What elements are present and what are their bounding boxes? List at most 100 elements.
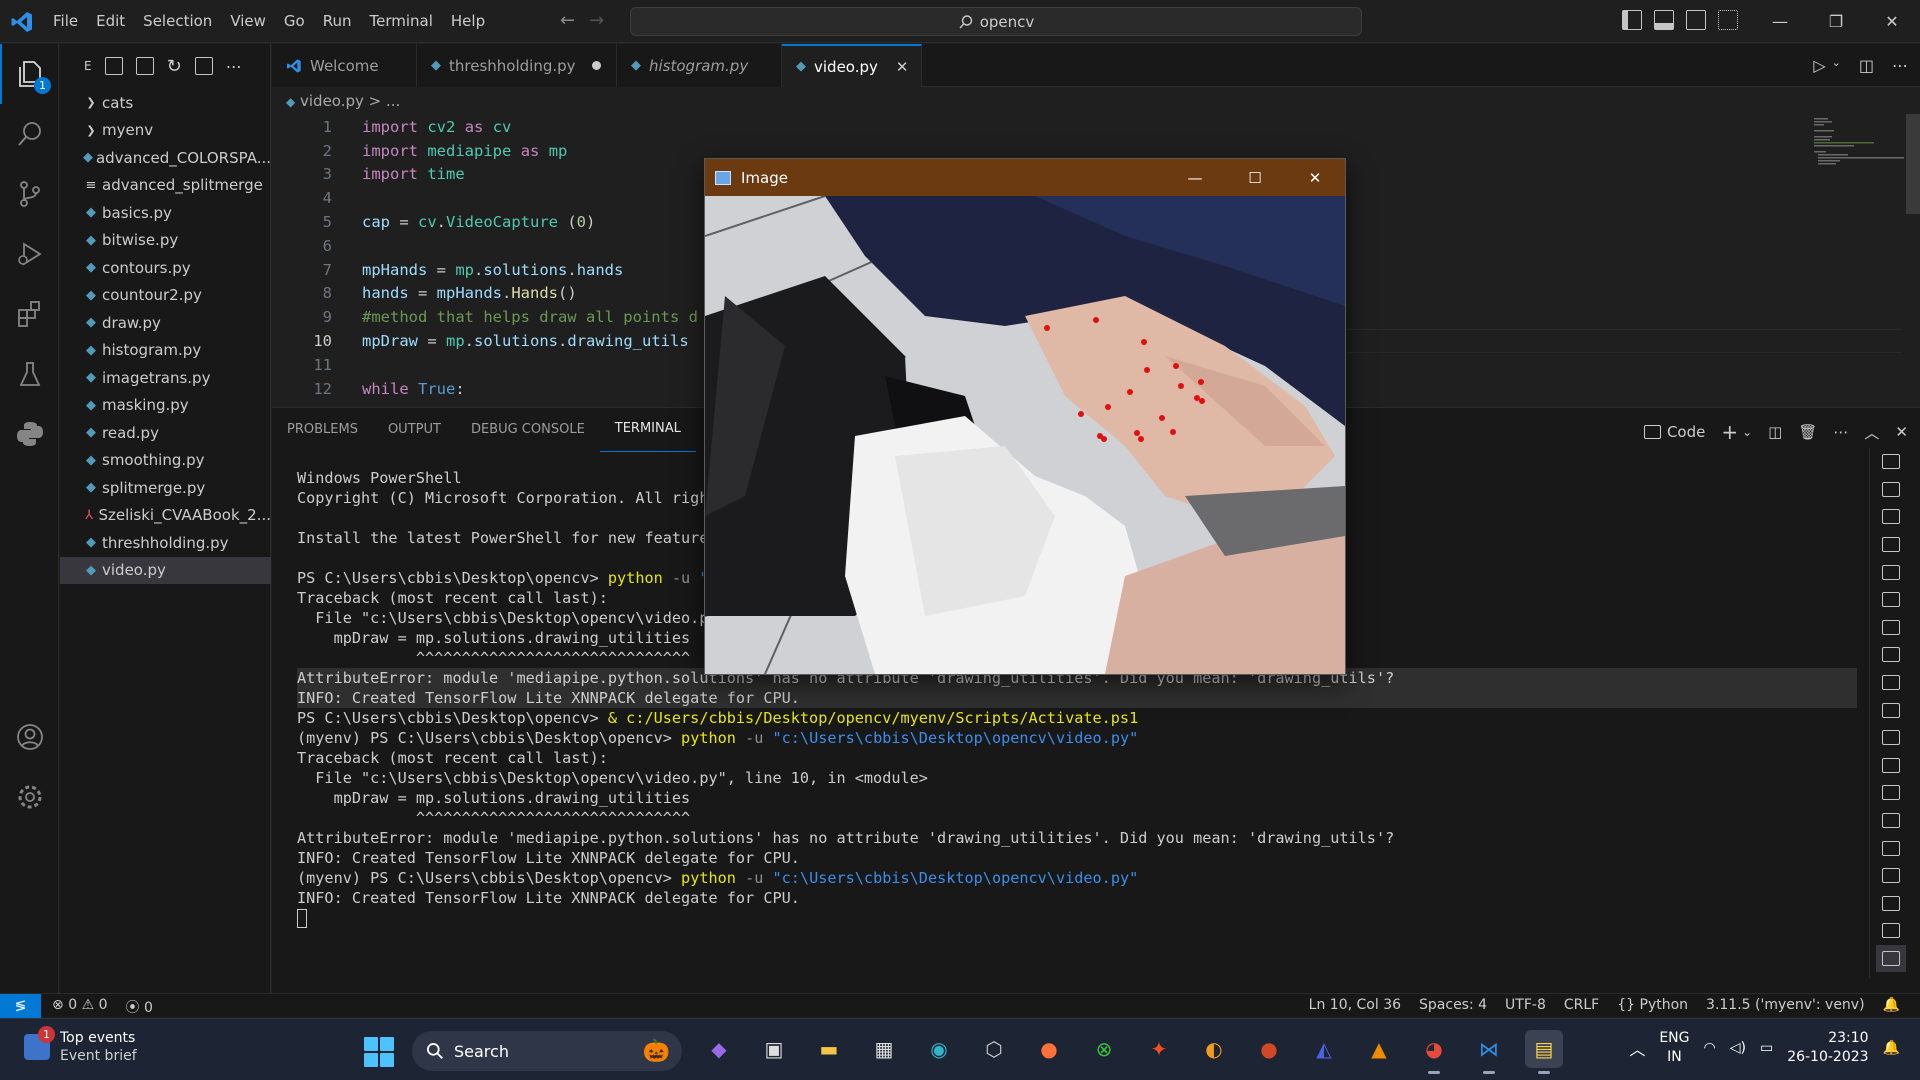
tab-terminal[interactable]: TERMINAL <box>599 408 696 452</box>
terminal-instance-item[interactable] <box>1876 807 1906 835</box>
terminal-instance-item[interactable] <box>1876 669 1906 697</box>
microsoft-store-icon[interactable]: ▦ <box>865 1030 903 1068</box>
file-item[interactable]: ◆ contours.py <box>60 254 271 282</box>
file-item[interactable]: ◆ read.py <box>60 419 271 447</box>
start-button[interactable] <box>364 1037 394 1067</box>
accounts-activity-button[interactable] <box>0 707 59 767</box>
battery-icon[interactable]: ▭ <box>1760 1040 1773 1056</box>
wifi-icon[interactable]: ◠ <box>1704 1040 1716 1056</box>
new-terminal-icon[interactable]: + <box>1721 420 1738 444</box>
split-terminal-icon[interactable]: ◫ <box>1768 423 1782 441</box>
menu-go[interactable]: Go <box>275 0 314 43</box>
terminal-input-line[interactable] <box>297 908 1857 928</box>
search-activity-button[interactable] <box>0 104 59 164</box>
language-mode[interactable]: {} Python <box>1617 997 1688 1013</box>
fl-studio-icon[interactable]: ◐ <box>1195 1030 1233 1068</box>
tab-histogram[interactable]: ◆ histogram.py <box>617 44 782 87</box>
terminal-instance-item[interactable] <box>1876 779 1906 807</box>
notification-bell-icon[interactable]: 🔔 <box>1883 1040 1900 1056</box>
vlc-icon[interactable]: ▲ <box>1360 1030 1398 1068</box>
tab-threshholding[interactable]: ◆ threshholding.py <box>417 44 617 87</box>
terminal-instance-item[interactable] <box>1876 614 1906 642</box>
terminal-instance-item[interactable] <box>1876 558 1906 586</box>
volume-icon[interactable]: ◁) <box>1730 1040 1746 1056</box>
minimize-button[interactable]: — <box>1752 0 1808 43</box>
terminal-instance-item[interactable] <box>1876 503 1906 531</box>
breadcrumb-path[interactable]: video.py > ... <box>300 92 400 110</box>
new-file-icon[interactable] <box>104 57 123 75</box>
file-explorer-icon[interactable]: ▬ <box>810 1030 848 1068</box>
maximize-button[interactable]: ❐ <box>1808 0 1864 43</box>
close-button[interactable]: ✕ <box>1864 0 1920 43</box>
image-window-titlebar[interactable]: Image — ☐ ✕ <box>705 159 1345 196</box>
file-item[interactable]: ◆ threshholding.py <box>60 529 271 557</box>
folder-item[interactable]: ❯ cats <box>60 89 271 117</box>
testing-activity-button[interactable] <box>0 344 59 404</box>
line-ending[interactable]: CRLF <box>1564 997 1599 1013</box>
toggle-secondary-sidebar-icon[interactable] <box>1686 10 1706 30</box>
close-tab-icon[interactable]: ✕ <box>896 58 909 76</box>
firefox-icon[interactable]: ● <box>1030 1030 1068 1068</box>
split-editor-icon[interactable]: ◫ <box>1859 56 1874 75</box>
file-item[interactable]: ◆ advanced_COLORSPA... <box>60 144 271 172</box>
edge-browser-icon[interactable]: ◉ <box>920 1030 958 1068</box>
close-panel-icon[interactable]: ✕ <box>1895 423 1908 441</box>
file-item[interactable]: ◆ countour2.py <box>60 282 271 310</box>
menu-edit[interactable]: Edit <box>87 0 134 43</box>
menu-selection[interactable]: Selection <box>134 0 221 43</box>
file-item[interactable]: ◆ masking.py <box>60 392 271 420</box>
language-indicator[interactable]: ENG IN <box>1659 1029 1689 1067</box>
command-center-search[interactable]: opencv <box>630 7 1362 36</box>
ports-status[interactable]: ⦿ 0 <box>126 997 153 1017</box>
tab-video[interactable]: ◆ video.py ✕ <box>782 44 922 87</box>
tab-welcome[interactable]: Welcome <box>272 44 417 87</box>
toggle-panel-icon[interactable] <box>1654 10 1674 30</box>
file-item[interactable]: ◆ histogram.py <box>60 337 271 365</box>
opencv-image-window[interactable]: Image — ☐ ✕ <box>704 158 1346 675</box>
menu-file[interactable]: File <box>44 0 87 43</box>
terminal-instance-item[interactable] <box>1876 641 1906 669</box>
more-actions-icon[interactable]: ⋯ <box>1833 423 1848 441</box>
file-item[interactable]: ◆ smoothing.py <box>60 447 271 475</box>
indentation[interactable]: Spaces: 4 <box>1419 997 1487 1013</box>
chevron-down-icon[interactable]: ⌄ <box>1742 425 1752 439</box>
manage-activity-button[interactable] <box>0 767 59 827</box>
modified-dot-icon[interactable] <box>591 61 601 70</box>
file-item[interactable]: ◆ bitwise.py <box>60 227 271 255</box>
terminal-instance-item[interactable] <box>1876 944 1906 973</box>
task-view-icon[interactable]: ▣ <box>755 1030 793 1068</box>
terminal-profile-button[interactable]: Code <box>1643 423 1705 441</box>
terminal-instance-item[interactable] <box>1876 917 1906 945</box>
terminal-instance-item[interactable] <box>1876 586 1906 614</box>
show-hidden-icons-icon[interactable]: ︿ <box>1629 1036 1645 1060</box>
figma-icon[interactable]: ✦ <box>1140 1030 1178 1068</box>
refresh-icon[interactable]: ↻ <box>167 56 182 77</box>
taskbar-search[interactable]: Search 🎃 <box>412 1031 682 1071</box>
image-minimize-button[interactable]: — <box>1165 159 1225 196</box>
image-maximize-button[interactable]: ☐ <box>1225 159 1285 196</box>
chrome-icon[interactable]: ◕ <box>1415 1030 1453 1074</box>
tab-problems[interactable]: PROBLEMS <box>272 408 373 452</box>
terminal-instance-item[interactable] <box>1876 476 1906 504</box>
python-interpreter[interactable]: 3.11.5 ('myenv': venv) <box>1706 997 1865 1013</box>
customize-layout-icon[interactable] <box>1718 10 1738 30</box>
new-folder-icon[interactable] <box>135 57 154 75</box>
vscode-taskbar-icon[interactable]: ⋈ <box>1470 1030 1508 1074</box>
unity-hub-icon[interactable]: ⬡ <box>975 1030 1013 1068</box>
python-activity-button[interactable] <box>0 404 59 464</box>
editor-scrollbar[interactable] <box>1906 114 1920 214</box>
terminal-instance-item[interactable] <box>1876 696 1906 724</box>
terminal-instance-item[interactable] <box>1876 724 1906 752</box>
file-item[interactable]: ◆ imagetrans.py <box>60 364 271 392</box>
image-close-button[interactable]: ✕ <box>1285 159 1345 196</box>
forward-arrow-icon[interactable]: → <box>589 10 604 31</box>
terminal-instance-item[interactable] <box>1876 890 1906 918</box>
menu-view[interactable]: View <box>221 0 275 43</box>
powerpoint-icon[interactable]: ● <box>1250 1030 1288 1068</box>
file-item[interactable]: ◆ splitmerge.py <box>60 474 271 502</box>
minimap[interactable] <box>1814 114 1904 174</box>
back-arrow-icon[interactable]: ← <box>560 10 575 31</box>
toggle-primary-sidebar-icon[interactable] <box>1622 10 1642 30</box>
terminal-instance-item[interactable] <box>1876 752 1906 780</box>
folder-item[interactable]: ❯ myenv <box>60 117 271 145</box>
